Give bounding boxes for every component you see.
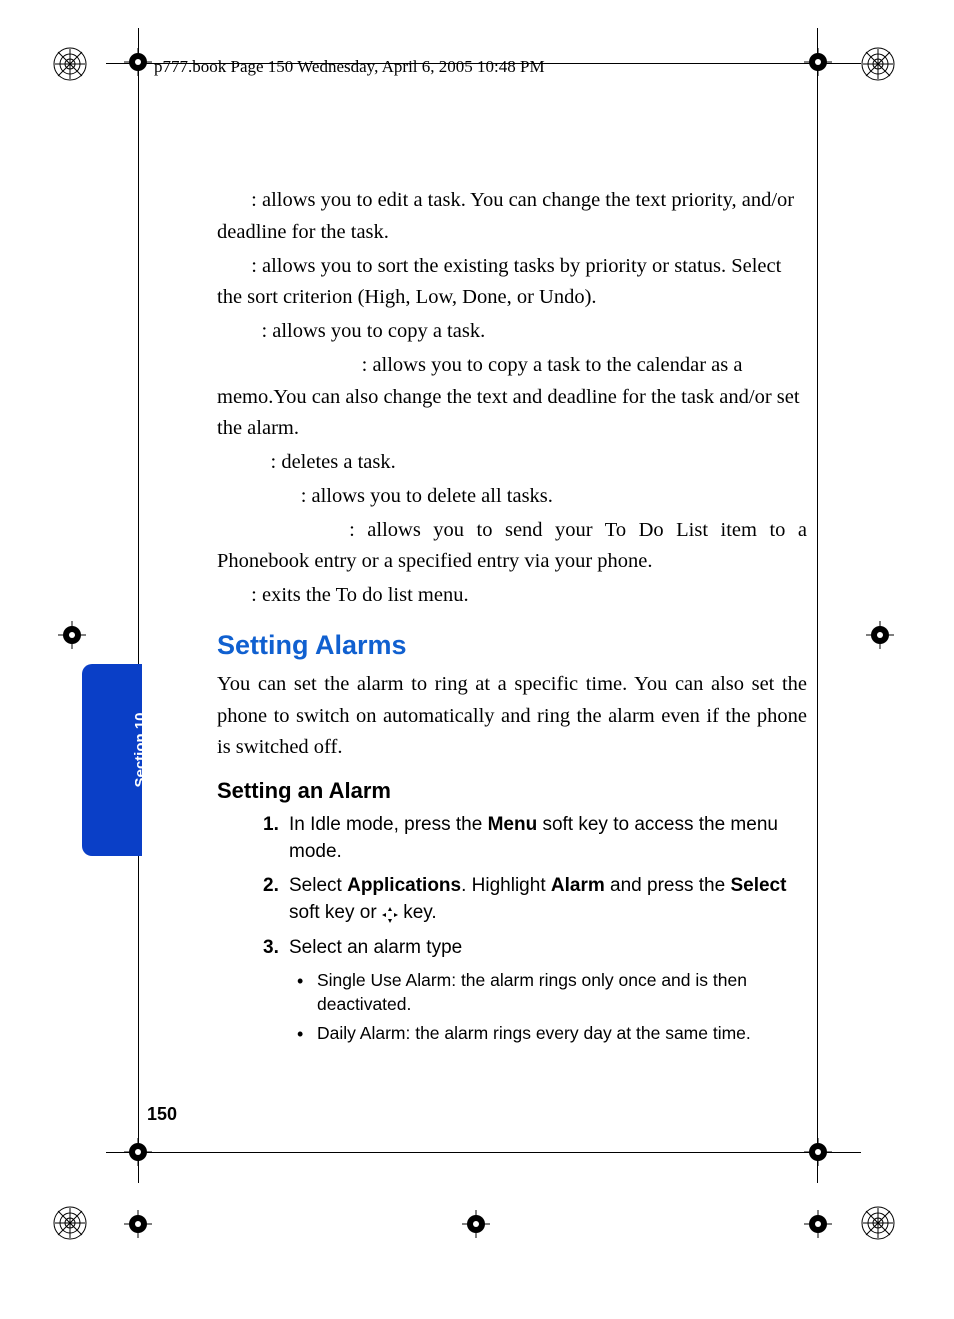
content-area: Edit: allows you to edit a task. You can… [217,185,807,1052]
crosshair-bottom-right [804,1138,832,1166]
registration-mark-br [861,1206,896,1241]
bullet-single-use: Single Use Alarm: the alarm rings only o… [297,969,807,1016]
option-copy: Copy: allows you to copy a task. [217,316,807,348]
crosshair-bottom-left-outer [124,1210,152,1238]
option-delete: Delete: deletes a task. [217,447,807,479]
registration-mark-tr [861,47,896,82]
crop-line-right [817,28,818,1183]
nav-key-icon [382,905,398,921]
step-number: 2. [263,873,279,900]
step-1: 1. In Idle mode, press the Menu soft key… [263,812,807,865]
crop-line-left [138,28,139,1183]
bullet-daily-alarm: Daily Alarm: the alarm rings every day a… [297,1022,807,1046]
registration-mark-bl [53,1206,88,1241]
heading-setting-alarms: Setting Alarms [217,630,807,661]
step-3: 3. Select an alarm type [263,935,807,962]
setting-alarms-intro: You can set the alarm to ring at a speci… [217,669,807,764]
option-send-via: Send via SMS: allows you to send your To… [217,515,807,579]
step-2: 2. Select Applications. Highlight Alarm … [263,873,807,926]
crosshair-bottom-center [462,1210,490,1238]
option-edit: Edit: allows you to edit a task. You can… [217,185,807,249]
crosshair-bottom-left [124,1138,152,1166]
step-number: 3. [263,935,279,962]
step-number: 1. [263,812,279,839]
registration-mark-tl [53,47,88,82]
option-copy-to-calendar: Copy to Calendar: allows you to copy a t… [217,350,807,445]
option-exit: Exit: exits the To do list menu. [217,580,807,612]
crop-line-bottom [106,1152,861,1153]
heading-setting-an-alarm: Setting an Alarm [217,778,807,804]
page-number: 150 [147,1104,177,1125]
crosshair-right [866,621,894,649]
crosshair-top-right [804,48,832,76]
crosshair-top-left [124,48,152,76]
option-delete-all: Delete All: allows you to delete all tas… [217,481,807,513]
option-sort: Sort: allows you to sort the existing ta… [217,251,807,315]
crosshair-left [58,621,86,649]
crosshair-bottom-right-outer [804,1210,832,1238]
page-header-text: p777.book Page 150 Wednesday, April 6, 2… [154,57,545,77]
section-tab-label: Section 10 [132,700,149,800]
